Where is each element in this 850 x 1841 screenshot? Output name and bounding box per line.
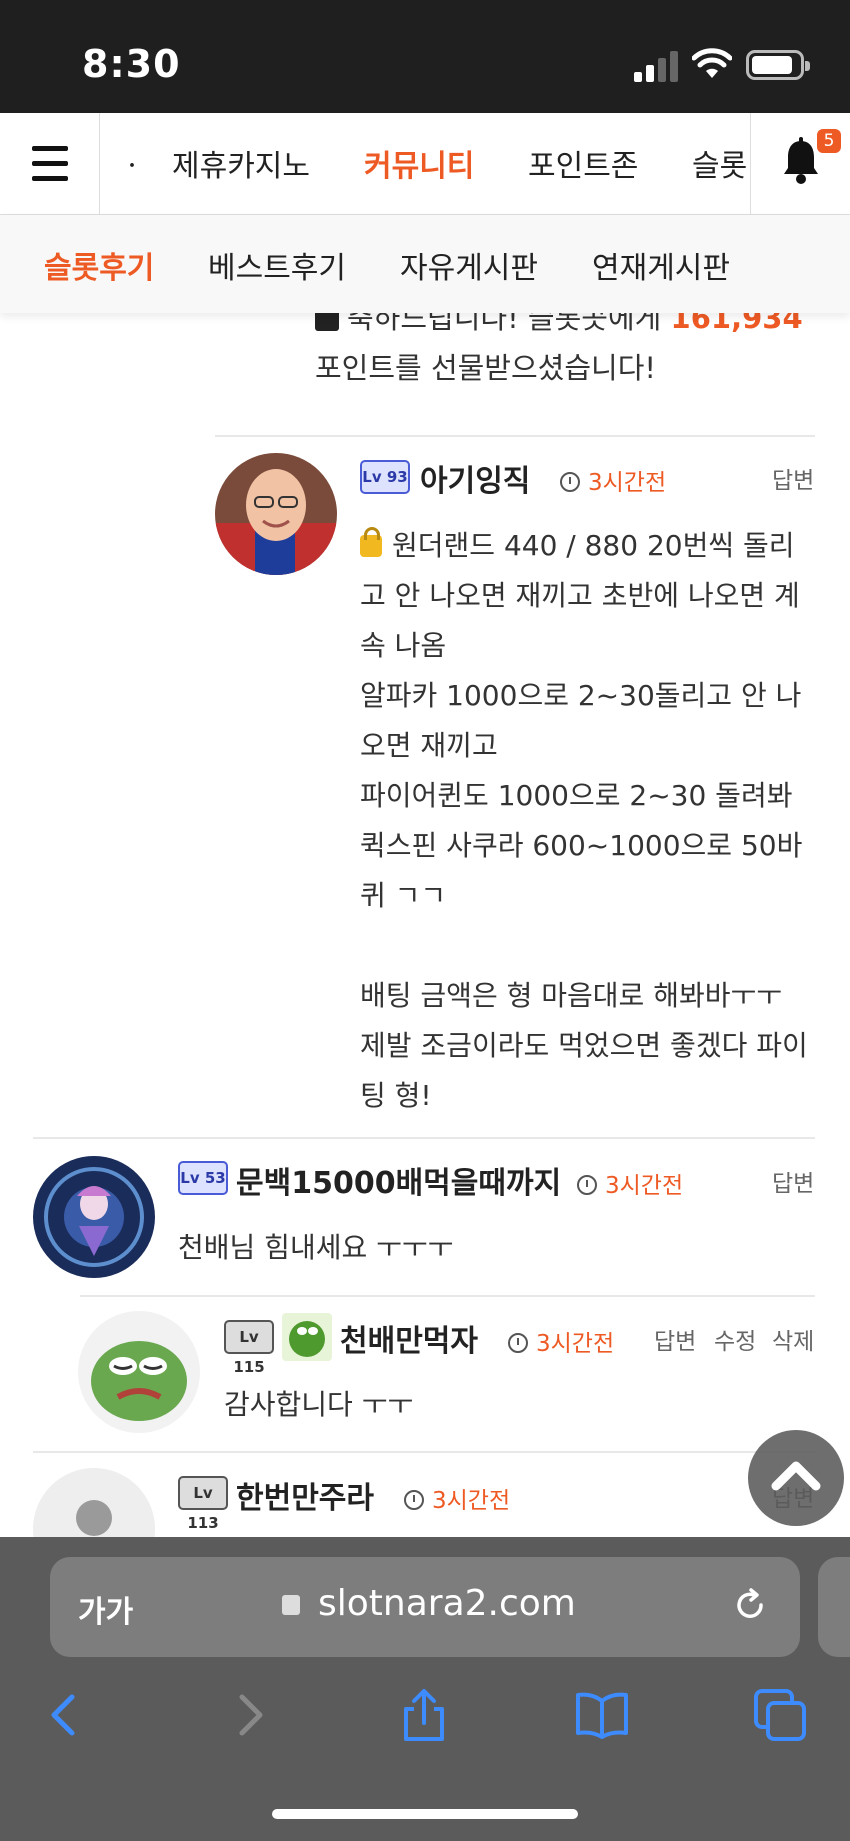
wifi-icon [692, 48, 732, 78]
page: 8:30 ㆍ 제휴카지노 커뮤니티 포인트존 슬롯 5 슬롯후기 베스트후기 자… [0, 0, 850, 1841]
nav-tab-partner-casino[interactable]: 제휴카지노 [172, 141, 310, 185]
level-badge: Lv 115 [224, 1320, 274, 1376]
menu-icon[interactable] [0, 113, 100, 215]
top-navigation: ㆍ 제휴카지노 커뮤니티 포인트존 슬롯 5 [0, 113, 850, 215]
battery-icon [746, 50, 810, 80]
lock-icon [360, 527, 382, 557]
nav-tab-slot[interactable]: 슬롯 [692, 141, 747, 185]
comment-author[interactable]: 한번만주라 [236, 1473, 374, 1517]
avatar[interactable] [33, 1468, 155, 1537]
reply-button[interactable]: 답변 [772, 461, 814, 495]
pepe-icon [282, 1313, 332, 1361]
url-text[interactable]: slotnara2.com [318, 1583, 576, 1624]
tab-serial-board[interactable]: 연재게시판 [592, 243, 730, 287]
avatar[interactable] [78, 1311, 200, 1433]
comment-time: 3시간전 [508, 1324, 614, 1358]
tab-slot-reviews[interactable]: 슬롯후기 [44, 243, 154, 287]
forward-icon[interactable] [220, 1687, 276, 1743]
cellular-signal-icon [634, 50, 680, 82]
tabs-icon[interactable] [752, 1687, 808, 1743]
address-bar[interactable]: 가가 slotnara2.com [50, 1557, 800, 1657]
status-time: 8:30 [82, 42, 181, 86]
nav-tab-community[interactable]: 커뮤니티 [364, 141, 474, 185]
back-icon[interactable] [38, 1687, 94, 1743]
comment-author[interactable]: 천배만먹자 [340, 1316, 478, 1360]
share-icon[interactable] [396, 1687, 452, 1743]
home-indicator[interactable] [272, 1809, 578, 1819]
gift-prefix: 축하드립니다! 슬롯곳에게 [347, 313, 671, 335]
comment-author[interactable]: 문백15000배먹을때까지 [236, 1158, 561, 1202]
text-size-button[interactable]: 가가 [78, 1587, 133, 1631]
lock-icon [282, 1595, 300, 1615]
comment-body: 감사합니다 ㅜㅜ [224, 1388, 414, 1421]
chevron-up-icon [771, 1461, 821, 1491]
bookmarks-icon[interactable] [574, 1687, 630, 1743]
delete-button[interactable]: 삭제 [772, 1322, 814, 1356]
level-badge: Lv 113 [178, 1476, 228, 1532]
nav-tab-bullet[interactable]: ㆍ [118, 141, 146, 185]
comment-time: 3시간전 [404, 1481, 510, 1515]
next-tab-preview[interactable] [818, 1557, 850, 1657]
level-badge: Lv 53 [178, 1161, 228, 1195]
divider [33, 1451, 815, 1453]
avatar[interactable] [215, 453, 337, 575]
bell-icon [784, 137, 818, 184]
reload-icon[interactable] [732, 1587, 768, 1623]
gift-suffix: 포인트를 선물받으셨습니다! [315, 351, 657, 385]
edit-button[interactable]: 수정 [714, 1322, 756, 1356]
gift-points: 161,934 [670, 313, 803, 335]
divider [80, 1295, 815, 1297]
reply-button[interactable]: 답변 [772, 1164, 814, 1198]
notifications-button[interactable]: 5 [750, 113, 850, 215]
board-tabs: 슬롯후기 베스트후기 자유게시판 연재게시판 [0, 215, 850, 313]
divider [33, 1137, 815, 1139]
gift-notice: 축하드립니다! 슬롯곳에게 161,934 포인트를 선물받으셨습니다! [315, 313, 815, 393]
tab-free-board[interactable]: 자유게시판 [400, 243, 538, 287]
status-bar: 8:30 [0, 0, 850, 113]
comment-time: 3시간전 [560, 463, 666, 497]
tab-best-reviews[interactable]: 베스트후기 [208, 243, 346, 287]
comment-list: 축하드립니다! 슬롯곳에게 161,934 포인트를 선물받으셨습니다! Lv … [0, 313, 850, 1537]
scroll-to-top-button[interactable] [748, 1430, 844, 1526]
clock-icon [560, 472, 580, 492]
clock-icon [577, 1175, 597, 1195]
notification-badge: 5 [817, 129, 841, 153]
reply-button[interactable]: 답변 [654, 1322, 696, 1356]
comment-body: 원더랜드 440 / 880 20번씩 돌리고 안 나오면 재끼고 초반에 나오… [360, 527, 808, 1112]
comment-body: 천배님 힘내세요 ㅜㅜㅜ [178, 1231, 454, 1264]
gift-icon [315, 313, 339, 331]
comment-time: 3시간전 [577, 1166, 683, 1200]
clock-icon [508, 1333, 528, 1353]
nav-tab-point-zone[interactable]: 포인트존 [528, 141, 638, 185]
avatar[interactable] [33, 1156, 155, 1278]
clock-icon [404, 1490, 424, 1510]
divider [215, 435, 815, 437]
browser-toolbar: 가가 slotnara2.com [0, 1537, 850, 1841]
nav-tabs: ㆍ 제휴카지노 커뮤니티 포인트존 슬롯 [100, 113, 750, 215]
comment-author[interactable]: 아기잉직 [420, 456, 530, 500]
level-badge: Lv 93 [360, 460, 410, 494]
